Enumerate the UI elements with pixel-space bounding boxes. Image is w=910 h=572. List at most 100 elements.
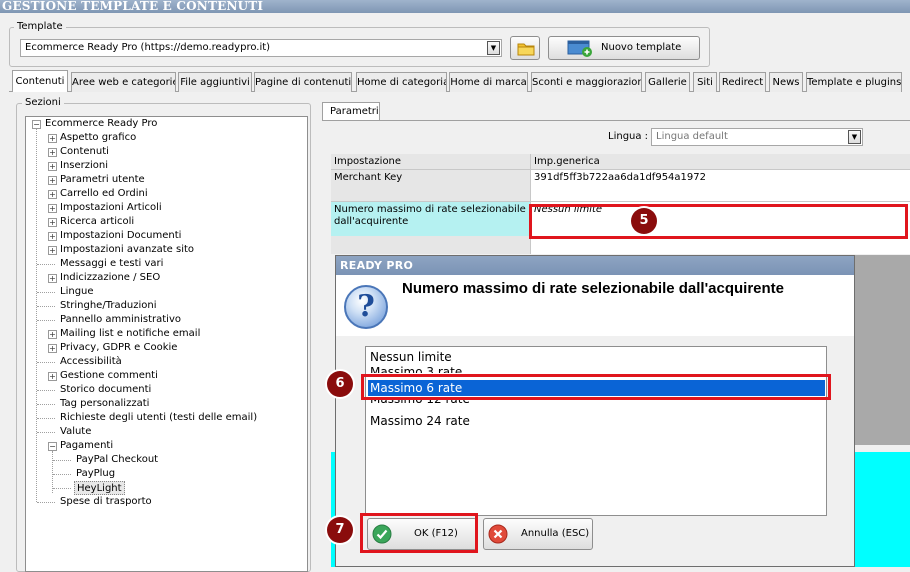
tree-subitem[interactable]: PayPlug bbox=[76, 467, 115, 481]
expand-icon[interactable]: + bbox=[48, 190, 57, 199]
dialog-message: Numero massimo di rate selezionabile dal… bbox=[402, 280, 785, 297]
tab-sconti[interactable]: Sconti e maggiorazioni bbox=[531, 72, 642, 92]
tree-item[interactable]: Impostazioni Articoli bbox=[60, 201, 162, 215]
sections-tree[interactable]: − Ecommerce Ready Pro + Aspetto grafico … bbox=[25, 116, 308, 572]
tree-item[interactable]: Indicizzazione / SEO bbox=[60, 271, 160, 285]
expand-icon[interactable]: + bbox=[48, 274, 57, 283]
tree-connector bbox=[37, 390, 55, 391]
tab-news[interactable]: News bbox=[769, 72, 803, 92]
folder-icon bbox=[517, 43, 535, 56]
highlight-ok-button bbox=[360, 513, 478, 553]
tree-connector bbox=[37, 292, 55, 293]
expand-icon[interactable]: + bbox=[48, 134, 57, 143]
expand-icon[interactable]: + bbox=[48, 232, 57, 241]
tree-item[interactable]: Inserzioni bbox=[60, 159, 108, 173]
tree-item[interactable]: Storico documenti bbox=[60, 383, 151, 397]
tree-item[interactable]: Privacy, GDPR e Cookie bbox=[60, 341, 177, 355]
tree-connector bbox=[37, 502, 55, 503]
tree-connector bbox=[37, 362, 55, 363]
options-listbox[interactable]: Nessun limite Massimo 3 rate Massimo 6 r… bbox=[365, 346, 827, 516]
new-template-button[interactable]: Nuovo template bbox=[548, 36, 700, 60]
template-select[interactable]: Ecommerce Ready Pro (https://demo.readyp… bbox=[20, 39, 502, 57]
open-folder-button[interactable] bbox=[510, 36, 540, 60]
row-setting-max-installments[interactable]: Numero massimo di rate selezionabile dal… bbox=[331, 202, 531, 236]
tree-connector bbox=[52, 451, 53, 493]
tree-item[interactable]: Spese di trasporto bbox=[60, 495, 152, 509]
expand-icon[interactable]: + bbox=[48, 218, 57, 227]
tree-item[interactable]: Tag personalizzati bbox=[60, 397, 149, 411]
tree-connector bbox=[37, 432, 55, 433]
tree-item[interactable]: Lingue bbox=[60, 285, 94, 299]
chevron-down-icon[interactable]: ▼ bbox=[487, 41, 500, 55]
background-cyan-pane bbox=[855, 452, 910, 567]
tab-template-plugins[interactable]: Template e plugins bbox=[806, 72, 902, 92]
tree-connector bbox=[53, 488, 71, 489]
template-label: Template bbox=[14, 21, 66, 32]
column-header-setting: Impostazione bbox=[331, 154, 531, 170]
tree-item[interactable]: Mailing list e notifiche email bbox=[60, 327, 200, 341]
tree-item[interactable]: Pannello amministrativo bbox=[60, 313, 181, 327]
language-select-value: Lingua default bbox=[656, 131, 728, 142]
row-value-merchant-key[interactable]: 391df5ff3b722aa6da1df954a1972 bbox=[531, 170, 910, 202]
row-setting-merchant-key[interactable]: Merchant Key bbox=[331, 170, 531, 202]
collapse-icon[interactable]: − bbox=[48, 442, 57, 451]
expand-icon[interactable]: + bbox=[48, 330, 57, 339]
tree-connector bbox=[37, 306, 55, 307]
step-badge-5: 5 bbox=[631, 208, 657, 234]
expand-icon[interactable]: + bbox=[48, 162, 57, 171]
tree-item[interactable]: Messaggi e testi vari bbox=[60, 257, 163, 271]
tab-gallerie[interactable]: Gallerie bbox=[645, 72, 690, 92]
tab-parametri[interactable]: Parametri bbox=[322, 102, 380, 121]
expand-icon[interactable]: + bbox=[48, 344, 57, 353]
tree-item[interactable]: Pagamenti bbox=[60, 439, 113, 453]
expand-icon[interactable]: + bbox=[48, 148, 57, 157]
cancel-icon bbox=[488, 524, 508, 544]
language-label: Lingua : bbox=[608, 131, 649, 142]
tab-contenuti[interactable]: Contenuti bbox=[12, 70, 68, 92]
tree-item[interactable]: Contenuti bbox=[60, 145, 109, 159]
cancel-label: Annulla (ESC) bbox=[521, 528, 590, 539]
option-item[interactable]: Massimo 3 rate bbox=[368, 364, 825, 373]
tree-subitem[interactable]: PayPal Checkout bbox=[76, 453, 158, 467]
tree-item[interactable]: Stringhe/Traduzioni bbox=[60, 299, 157, 313]
tree-item[interactable]: Aspetto grafico bbox=[60, 131, 136, 145]
tree-item[interactable]: Gestione commenti bbox=[60, 369, 158, 383]
tree-item[interactable]: Impostazioni avanzate sito bbox=[60, 243, 194, 257]
tree-connector bbox=[37, 404, 55, 405]
expand-icon[interactable]: + bbox=[48, 204, 57, 213]
step-badge-7: 7 bbox=[327, 517, 353, 543]
new-window-icon bbox=[567, 40, 592, 57]
tree-item[interactable]: Carrello ed Ordini bbox=[60, 187, 148, 201]
option-item[interactable]: Massimo 24 rate bbox=[368, 413, 825, 429]
tab-aree-web[interactable]: Aree web e categorie bbox=[71, 72, 176, 92]
tree-connector bbox=[53, 474, 71, 475]
background-pane bbox=[855, 255, 910, 445]
tree-item[interactable]: Accessibilità bbox=[60, 355, 122, 369]
row-setting-empty bbox=[331, 236, 531, 254]
expand-icon[interactable]: + bbox=[48, 176, 57, 185]
tree-item[interactable]: Valute bbox=[60, 425, 91, 439]
tab-siti[interactable]: Siti bbox=[693, 72, 717, 92]
expand-icon[interactable]: + bbox=[48, 372, 57, 381]
tab-home-categoria[interactable]: Home di categoria bbox=[356, 72, 447, 92]
tree-item[interactable]: Impostazioni Documenti bbox=[60, 229, 181, 243]
tab-home-marca[interactable]: Home di marca bbox=[449, 72, 528, 92]
template-select-value: Ecommerce Ready Pro (https://demo.readyp… bbox=[25, 42, 271, 53]
tab-pagine-contenuti[interactable]: Pagine di contenuti bbox=[254, 72, 352, 92]
tree-item[interactable]: Parametri utente bbox=[60, 173, 145, 187]
option-item[interactable]: Nessun limite bbox=[368, 349, 825, 365]
question-icon: ? bbox=[344, 285, 388, 329]
expand-icon[interactable]: + bbox=[48, 246, 57, 255]
tree-connector bbox=[36, 129, 37, 502]
tab-redirect[interactable]: Redirect bbox=[719, 72, 766, 92]
tab-file-aggiuntivi[interactable]: File aggiuntivi bbox=[178, 72, 252, 92]
chevron-down-icon[interactable]: ▼ bbox=[848, 130, 861, 144]
cancel-button[interactable]: Annulla (ESC) bbox=[483, 518, 593, 550]
tree-connector bbox=[37, 264, 55, 265]
tree-root[interactable]: Ecommerce Ready Pro bbox=[45, 117, 157, 131]
tree-item[interactable]: Ricerca articoli bbox=[60, 215, 134, 229]
language-select[interactable]: Lingua default ▼ bbox=[651, 128, 863, 146]
tree-item[interactable]: Richieste degli utenti (testi delle emai… bbox=[60, 411, 257, 425]
collapse-icon[interactable]: − bbox=[32, 120, 41, 129]
tree-subitem-selected[interactable]: HeyLight bbox=[74, 481, 125, 495]
